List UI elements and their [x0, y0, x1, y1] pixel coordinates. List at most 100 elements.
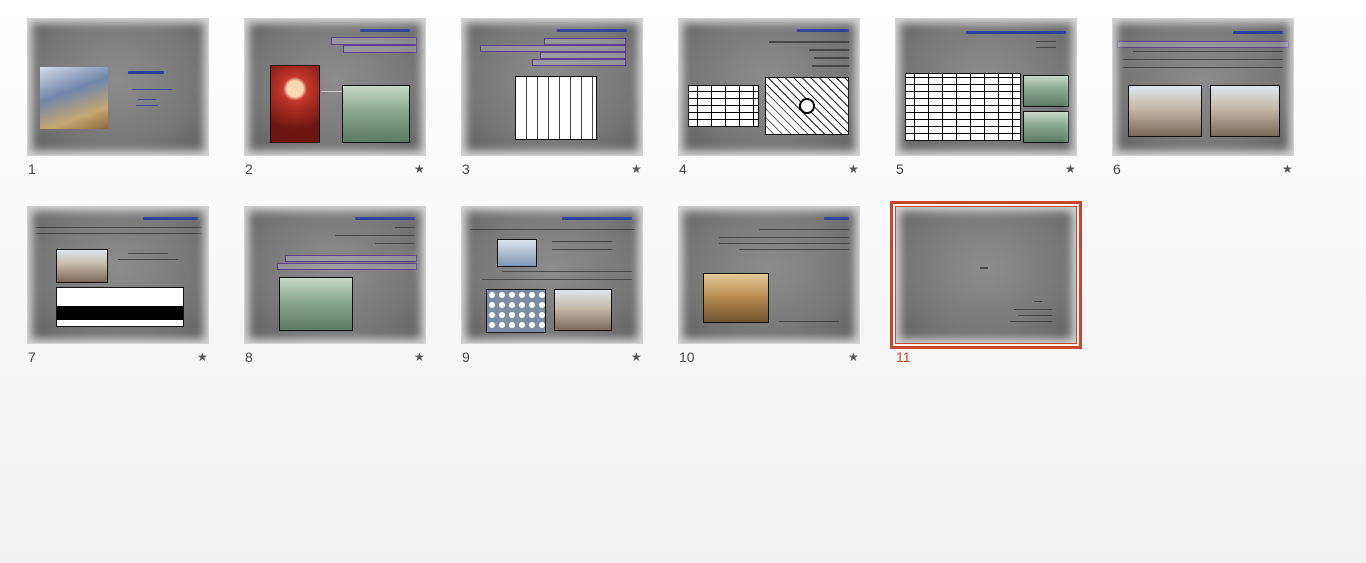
slide-title-text [824, 217, 849, 220]
slide-title-text [797, 29, 849, 32]
slide-text-line [132, 89, 172, 90]
slide-number-7: 7 [28, 349, 36, 365]
slide-image [40, 67, 108, 129]
slide-text-line [502, 271, 632, 272]
slide-text-line [1014, 309, 1052, 310]
slide-text-line [1123, 59, 1283, 60]
slide-text-box [532, 59, 626, 66]
slide-text-box [343, 45, 417, 53]
slide-text-line [118, 259, 178, 260]
slide-image [688, 85, 759, 127]
transition-star-icon[interactable]: ★ [414, 350, 425, 364]
slide-image [515, 76, 597, 140]
slide-image [1023, 111, 1069, 143]
slide-thumbnail-2[interactable] [244, 18, 426, 156]
slide-text-line [482, 279, 632, 280]
slide-number-4: 4 [679, 161, 687, 177]
slide-text-line [470, 229, 635, 230]
transition-star-icon[interactable]: ★ [848, 350, 859, 364]
slide-text-line [138, 99, 156, 100]
slide-connector-line [321, 91, 343, 92]
slide-number-2: 2 [245, 161, 253, 177]
slide-number-6: 6 [1113, 161, 1121, 177]
slide-title-text [1233, 31, 1283, 34]
slide-text-box [277, 263, 417, 270]
transition-star-icon[interactable]: ★ [1282, 162, 1293, 176]
slide-title-text [360, 29, 410, 32]
slide-text-line [739, 249, 849, 250]
slide-text-line [1123, 67, 1283, 68]
slide-thumbnail-4[interactable] [678, 18, 860, 156]
slide-thumbnail-10[interactable] [678, 206, 860, 344]
slide-number-3: 3 [462, 161, 470, 177]
slide-text-line [1133, 51, 1283, 52]
transition-star-icon[interactable]: ★ [414, 162, 425, 176]
slide-title-text [128, 71, 164, 74]
slide-text-line [128, 253, 168, 254]
slide-text-line [980, 267, 988, 269]
slide-text-line [769, 41, 849, 43]
slide-text-box [1117, 41, 1289, 48]
slide-image [554, 289, 612, 331]
slide-thumbnail-6[interactable] [1112, 18, 1294, 156]
slide-thumbnail-3[interactable] [461, 18, 643, 156]
slide-image [905, 73, 1021, 141]
slide-image [497, 239, 537, 267]
slide-number-10: 10 [679, 349, 695, 365]
slide-text-line [1034, 301, 1042, 302]
slide-text-line [1018, 315, 1052, 316]
slide-text-box [331, 37, 417, 45]
slide-number-9: 9 [462, 349, 470, 365]
slide-text-line [335, 235, 415, 236]
slide-image [56, 287, 184, 327]
transition-star-icon[interactable]: ★ [631, 162, 642, 176]
slide-text-line [375, 243, 415, 244]
slide-image [342, 85, 410, 143]
slide-image [56, 249, 108, 283]
transition-star-icon[interactable]: ★ [848, 162, 859, 176]
slide-text-box [285, 255, 417, 262]
slide-image [279, 277, 353, 331]
slide-text-line [809, 49, 849, 51]
transition-star-icon[interactable]: ★ [1065, 162, 1076, 176]
slide-thumbnail-8[interactable] [244, 206, 426, 344]
slide-text-line [136, 105, 158, 106]
transition-star-icon[interactable]: ★ [197, 350, 208, 364]
slide-text-line [552, 249, 612, 250]
slide-text-line [719, 237, 849, 238]
slide-title-text [355, 217, 415, 220]
slide-title-text [143, 217, 198, 220]
slide-thumbnail-5[interactable] [895, 18, 1077, 156]
slide-text-line [812, 65, 849, 67]
slide-thumbnail-7[interactable] [27, 206, 209, 344]
slide-text-box [544, 38, 626, 45]
slide-text-line [779, 321, 839, 322]
slide-image [1128, 85, 1202, 137]
slide-text-line [552, 241, 612, 242]
slide-text-line [1036, 41, 1056, 42]
slide-text-line [1010, 321, 1052, 322]
slide-title-text [557, 29, 627, 32]
slide-number-1: 1 [28, 161, 36, 177]
slide-text-line [759, 229, 849, 230]
slide-text-line [719, 243, 849, 244]
slide-text-box [540, 52, 626, 59]
slide-thumbnail-9[interactable] [461, 206, 643, 344]
transition-star-icon[interactable]: ★ [631, 350, 642, 364]
slide-text-box [480, 45, 626, 52]
slide-text-line [36, 233, 201, 234]
slide-image [1210, 85, 1280, 137]
slide-image [703, 273, 769, 323]
slide-sorter-pane: 1 2 ★ 3 ★ 4 ★ 5 ★ 6 ★ 7 ★ 8 ★ 9 ★ 10 ★ 1… [0, 0, 1366, 563]
slide-number-8: 8 [245, 349, 253, 365]
slide-number-11: 11 [896, 349, 911, 365]
slide-text-line [36, 227, 201, 228]
slide-image [486, 289, 546, 333]
slide-image [1023, 75, 1069, 107]
slide-text-line [395, 227, 415, 228]
slide-title-text [966, 31, 1066, 34]
slide-title-text [562, 217, 632, 220]
slide-thumbnail-11[interactable] [890, 201, 1082, 349]
slide-thumbnail-1[interactable] [27, 18, 209, 156]
slide-image [270, 65, 320, 143]
